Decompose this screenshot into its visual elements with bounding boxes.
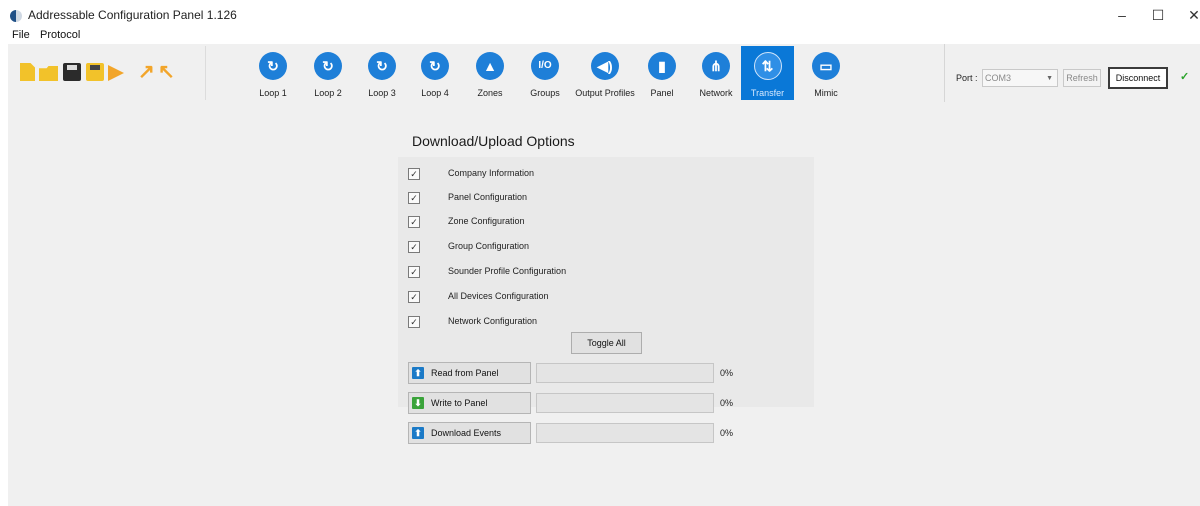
refresh-button[interactable]: Refresh [1063, 69, 1101, 87]
option-label: Zone Configuration [448, 216, 525, 226]
option-checkbox[interactable]: ✓ [408, 291, 420, 303]
speaker-icon: ◀) [591, 52, 619, 80]
loop-icon: ↻ [421, 52, 449, 80]
nav-label: Panel [650, 88, 674, 98]
option-label: Network Configuration [448, 316, 538, 326]
progress-percent: 0% [720, 398, 734, 408]
loop-icon: ↻ [259, 52, 287, 80]
nav-label: Groups [530, 88, 560, 98]
nav-label: Loop 4 [421, 88, 449, 98]
option-label: Panel Configuration [448, 192, 528, 202]
progress-bar [536, 393, 714, 413]
toggle-all-button[interactable]: Toggle All [571, 332, 642, 354]
nav-loop-4-button[interactable]: ↻ Loop 4 [410, 46, 460, 100]
nav-label: Mimic [814, 88, 838, 98]
disconnect-button[interactable]: Disconnect [1108, 67, 1168, 89]
toolbar-divider [944, 44, 945, 102]
redo-icon[interactable]: ↖ [158, 62, 175, 82]
nav-label: Loop 3 [368, 88, 396, 98]
title-bar: Addressable Configuration Panel 1.126 – … [0, 0, 1200, 30]
progress-bar [536, 423, 714, 443]
loop-icon: ↻ [368, 52, 396, 80]
chevron-down-icon: ▼ [1046, 75, 1053, 82]
close-button[interactable]: ✕ [1176, 2, 1200, 28]
write-to-panel-button[interactable]: ⬇ Write to Panel [408, 392, 531, 414]
connected-status-icon: ✓ [1180, 71, 1190, 83]
menu-protocol[interactable]: Protocol [40, 29, 80, 41]
option-checkbox[interactable]: ✓ [408, 192, 420, 204]
new-file-icon[interactable] [20, 63, 35, 81]
nav-loop-3-button[interactable]: ↻ Loop 3 [357, 46, 407, 100]
nav-panel-button[interactable]: ▮ Panel [639, 46, 685, 100]
menu-file[interactable]: File [12, 29, 30, 41]
action-label: Write to Panel [431, 398, 488, 408]
nav-label: Output Profiles [575, 88, 635, 98]
nav-output-profiles-button[interactable]: ◀) Output Profiles [575, 46, 635, 100]
menu-bar: File Protocol [0, 29, 1200, 45]
nav-groups-button[interactable]: I/O Groups [520, 46, 570, 100]
progress-percent: 0% [720, 368, 734, 378]
option-label: All Devices Configuration [448, 291, 549, 301]
toolbar-divider [205, 46, 206, 100]
nav-label: Loop 2 [314, 88, 342, 98]
maximize-button[interactable]: ☐ [1140, 2, 1176, 28]
network-icon: ⋔ [702, 52, 730, 80]
upload-icon: ⬆ [412, 427, 424, 439]
read-from-panel-button[interactable]: ⬆ Read from Panel [408, 362, 531, 384]
port-label: Port : [956, 73, 978, 83]
nav-label: Loop 1 [259, 88, 287, 98]
save-as-icon[interactable] [86, 63, 104, 81]
action-label: Download Events [431, 428, 502, 438]
nav-loop-1-button[interactable]: ↻ Loop 1 [248, 46, 298, 100]
minimize-button[interactable]: – [1104, 2, 1140, 28]
port-value: COM3 [985, 73, 1012, 83]
option-label: Sounder Profile Configuration [448, 266, 567, 276]
nav-label: Transfer [750, 88, 785, 98]
option-checkbox[interactable]: ✓ [408, 168, 420, 180]
progress-percent: 0% [720, 428, 734, 438]
zones-icon: ▲ [476, 52, 504, 80]
transfer-icon: ⇅ [753, 52, 782, 80]
nav-transfer-button[interactable]: ⇅ Transfer [741, 46, 794, 100]
send-arrow-icon[interactable] [108, 65, 124, 81]
save-icon[interactable] [63, 63, 81, 81]
window-title: Addressable Configuration Panel 1.126 [28, 8, 237, 22]
panel-icon: ▮ [648, 52, 676, 80]
nav-zones-button[interactable]: ▲ Zones [465, 46, 515, 100]
loop-icon: ↻ [314, 52, 342, 80]
option-checkbox[interactable]: ✓ [408, 216, 420, 228]
action-label: Read from Panel [431, 368, 499, 378]
option-label: Company Information [448, 168, 535, 178]
nav-loop-2-button[interactable]: ↻ Loop 2 [303, 46, 353, 100]
options-title: Download/Upload Options [412, 133, 575, 149]
option-checkbox[interactable]: ✓ [408, 316, 420, 328]
undo-icon[interactable]: ↗ [138, 62, 155, 82]
nav-mimic-button[interactable]: ▭ Mimic [803, 46, 849, 100]
option-checkbox[interactable]: ✓ [408, 266, 420, 278]
mimic-icon: ▭ [812, 52, 840, 80]
port-select[interactable]: COM3 ▼ [982, 69, 1058, 87]
nav-label: Network [699, 88, 733, 98]
download-events-button[interactable]: ⬆ Download Events [408, 422, 531, 444]
download-icon: ⬇ [412, 397, 424, 409]
app-logo-icon [10, 10, 22, 22]
option-checkbox[interactable]: ✓ [408, 241, 420, 253]
open-folder-icon[interactable] [39, 66, 58, 81]
nav-network-button[interactable]: ⋔ Network [691, 46, 741, 100]
progress-bar [536, 363, 714, 383]
groups-icon: I/O [531, 52, 559, 80]
upload-icon: ⬆ [412, 367, 424, 379]
option-label: Group Configuration [448, 241, 530, 251]
nav-label: Zones [477, 88, 503, 98]
